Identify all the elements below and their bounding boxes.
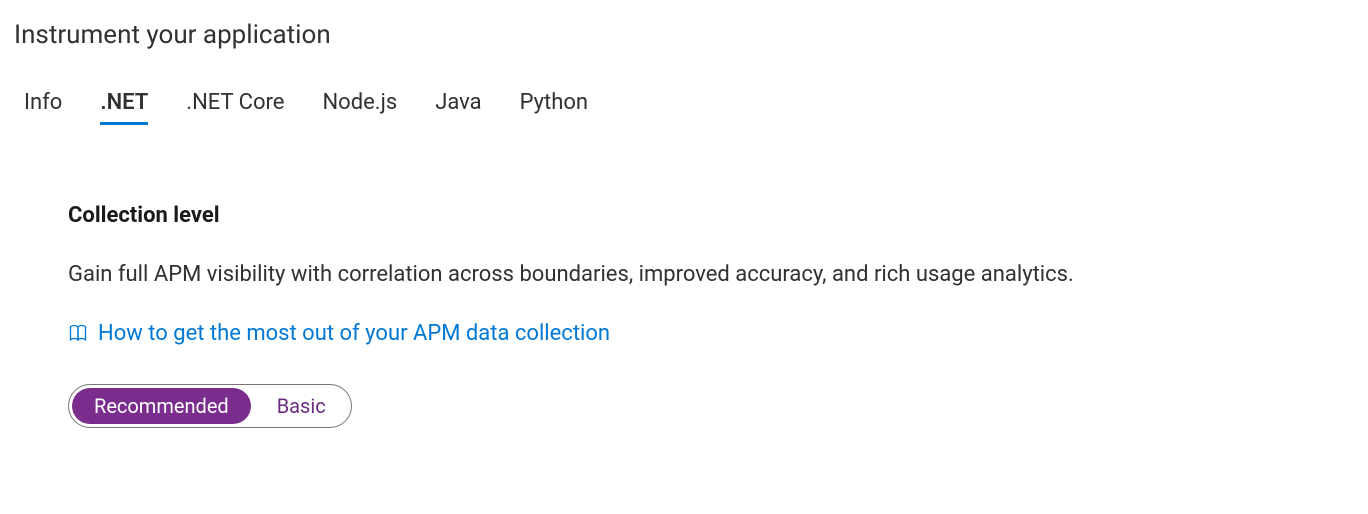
book-icon	[68, 323, 88, 343]
tab-nodejs[interactable]: Node.js	[322, 90, 397, 123]
tab-java[interactable]: Java	[435, 90, 481, 123]
toggle-recommended[interactable]: Recommended	[72, 388, 251, 424]
tab-python[interactable]: Python	[520, 90, 588, 123]
tab-info[interactable]: Info	[24, 90, 62, 123]
page-title: Instrument your application	[14, 20, 1354, 50]
help-link[interactable]: How to get the most out of your APM data…	[98, 321, 610, 346]
help-link-row: How to get the most out of your APM data…	[68, 321, 1354, 346]
collection-level-heading: Collection level	[68, 203, 1354, 228]
tabs-container: Info .NET .NET Core Node.js Java Python	[14, 90, 1354, 123]
toggle-basic[interactable]: Basic	[255, 388, 348, 424]
content-area: Collection level Gain full APM visibilit…	[14, 203, 1354, 428]
tab-dotnet[interactable]: .NET	[100, 90, 148, 123]
collection-level-toggle: Recommended Basic	[68, 384, 352, 428]
collection-level-description: Gain full APM visibility with correlatio…	[68, 260, 1354, 291]
tab-dotnet-core[interactable]: .NET Core	[186, 90, 284, 123]
